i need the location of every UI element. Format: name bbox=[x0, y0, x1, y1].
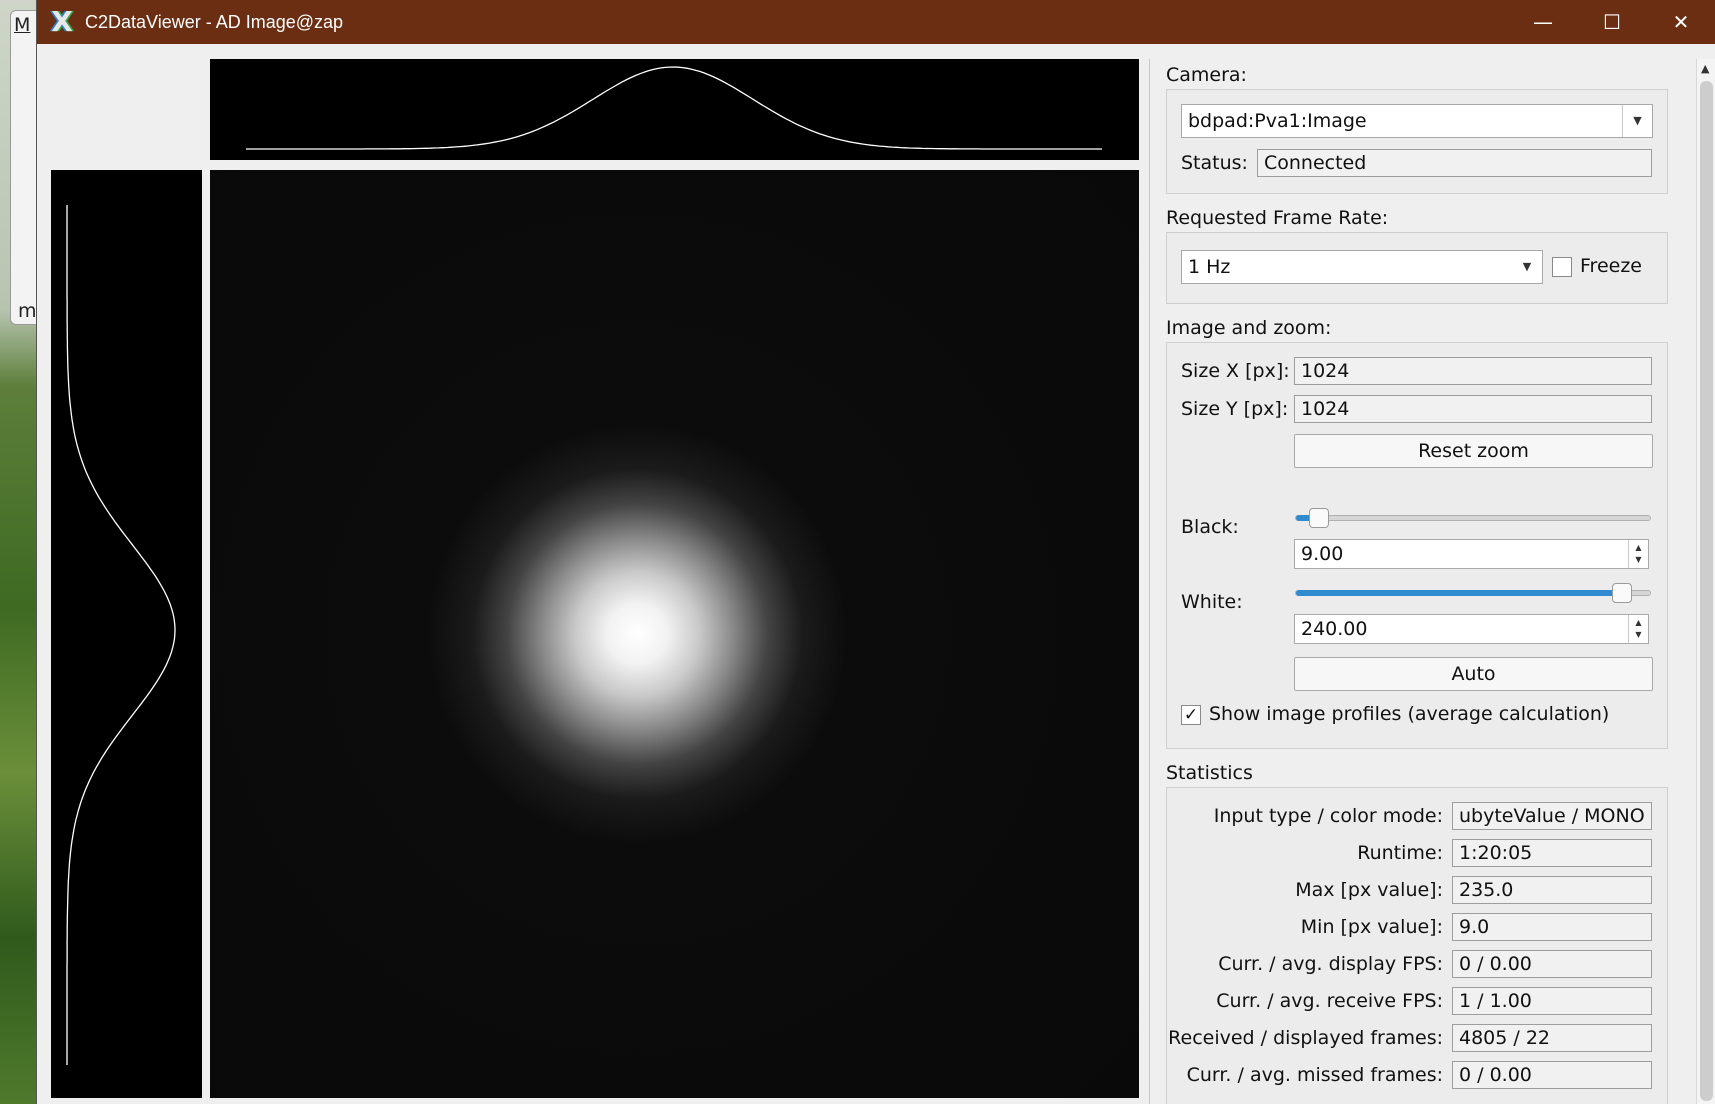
image-zoom-section-title: Image and zoom: bbox=[1166, 317, 1332, 339]
white-slider-fill bbox=[1296, 590, 1622, 596]
spin-arrows-icon[interactable]: ▲ ▼ bbox=[1628, 540, 1648, 568]
stat-label: Curr. / avg. display FPS: bbox=[1218, 953, 1443, 975]
title-bar[interactable]: X C2DataViewer - AD Image@zap — ☐ ✕ bbox=[37, 0, 1715, 44]
auto-button[interactable]: Auto bbox=[1294, 657, 1653, 691]
horizontal-profile-plot[interactable] bbox=[210, 59, 1139, 160]
maximize-button[interactable]: ☐ bbox=[1577, 0, 1647, 44]
status-label: Status: bbox=[1181, 152, 1248, 174]
stat-value: 0 / 0.00 bbox=[1452, 950, 1652, 978]
reset-zoom-button[interactable]: Reset zoom bbox=[1294, 434, 1653, 468]
stat-label: Runtime: bbox=[1357, 842, 1443, 864]
white-label: White: bbox=[1181, 591, 1243, 613]
frame-rate-group: 1 Hz ▼ Freeze bbox=[1166, 232, 1668, 304]
show-profiles-label: Show image profiles (average calculation… bbox=[1209, 703, 1610, 725]
panel-scrollbar[interactable]: ▲ bbox=[1696, 59, 1715, 1104]
stat-value: 9.0 bbox=[1452, 913, 1652, 941]
scrollbar-thumb[interactable] bbox=[1700, 81, 1713, 1101]
stat-label: Curr. / avg. receive FPS: bbox=[1216, 990, 1443, 1012]
checkmark-icon: ✓ bbox=[1183, 705, 1199, 725]
background-window-text: m bbox=[18, 300, 37, 322]
chevron-down-icon[interactable]: ▼ bbox=[1512, 251, 1542, 283]
minimize-button[interactable]: — bbox=[1508, 0, 1578, 44]
white-slider[interactable] bbox=[1295, 583, 1651, 603]
x-logo-icon: X bbox=[51, 5, 73, 38]
stat-label: Max [px value]: bbox=[1295, 879, 1443, 901]
black-spinbox[interactable]: 9.00 ▲ ▼ bbox=[1294, 539, 1649, 569]
c2dataviewer-window: X C2DataViewer - AD Image@zap — ☐ ✕ Came… bbox=[36, 0, 1715, 1104]
spin-arrows-icon[interactable]: ▲ ▼ bbox=[1628, 615, 1648, 643]
show-profiles-checkbox[interactable]: ✓ bbox=[1181, 705, 1201, 725]
camera-section-title: Camera: bbox=[1166, 64, 1247, 86]
white-spinbox[interactable]: 240.00 ▲ ▼ bbox=[1294, 614, 1649, 644]
background-window-menu: M bbox=[14, 14, 31, 36]
stat-label: Curr. / avg. missed frames: bbox=[1186, 1064, 1443, 1086]
scroll-up-arrow-icon[interactable]: ▲ bbox=[1701, 62, 1709, 75]
size-x-label: Size X [px]: bbox=[1181, 360, 1290, 382]
black-slider[interactable] bbox=[1295, 508, 1651, 528]
statistics-section-title: Statistics bbox=[1166, 762, 1253, 784]
stat-value: 235.0 bbox=[1452, 876, 1652, 904]
freeze-label: Freeze bbox=[1580, 255, 1642, 277]
frame-rate-select[interactable]: 1 Hz ▼ bbox=[1181, 250, 1543, 284]
stat-label: Input type / color mode: bbox=[1213, 805, 1443, 827]
size-y-label: Size Y [px]: bbox=[1181, 398, 1289, 420]
stat-value: 1:20:05 bbox=[1452, 839, 1652, 867]
stat-label: Min [px value]: bbox=[1300, 916, 1443, 938]
camera-select[interactable]: bdpad:Pva1:Image ▼ bbox=[1181, 104, 1653, 138]
vertical-profile-curve bbox=[66, 205, 176, 1065]
size-x-field: 1024 bbox=[1294, 357, 1652, 385]
stat-value: ubyteValue / MONO bbox=[1452, 802, 1652, 830]
chevron-down-icon[interactable]: ▼ bbox=[1622, 105, 1652, 137]
vertical-profile-plot[interactable] bbox=[51, 170, 202, 1098]
white-spinbox-value: 240.00 bbox=[1301, 618, 1368, 640]
camera-select-value: bdpad:Pva1:Image bbox=[1188, 110, 1367, 132]
horizontal-profile-curve bbox=[246, 66, 1102, 150]
close-button[interactable]: ✕ bbox=[1646, 0, 1715, 44]
window-title: C2DataViewer - AD Image@zap bbox=[85, 11, 344, 32]
black-spinbox-value: 9.00 bbox=[1301, 543, 1344, 565]
freeze-checkbox[interactable] bbox=[1552, 257, 1572, 277]
status-field: Connected bbox=[1257, 149, 1652, 177]
stat-value: 4805 / 22 bbox=[1452, 1024, 1652, 1052]
camera-image-view[interactable] bbox=[210, 170, 1139, 1098]
white-slider-handle[interactable] bbox=[1612, 583, 1632, 603]
black-label: Black: bbox=[1181, 516, 1239, 538]
settings-panel: Camera: bdpad:Pva1:Image ▼ Status: Conne… bbox=[1149, 59, 1696, 1104]
frame-rate-section-title: Requested Frame Rate: bbox=[1166, 207, 1389, 229]
black-slider-handle[interactable] bbox=[1309, 508, 1329, 528]
frame-rate-select-value: 1 Hz bbox=[1188, 256, 1231, 278]
stat-value: 1 / 1.00 bbox=[1452, 987, 1652, 1015]
image-zoom-group: Size X [px]: 1024 Size Y [px]: 1024 Rese… bbox=[1166, 342, 1668, 749]
statistics-group: Input type / color mode: ubyteValue / MO… bbox=[1166, 787, 1668, 1104]
stat-value: 0 / 0.00 bbox=[1452, 1061, 1652, 1089]
stat-label: Received / displayed frames: bbox=[1168, 1027, 1443, 1049]
size-y-field: 1024 bbox=[1294, 395, 1652, 423]
camera-group: bdpad:Pva1:Image ▼ Status: Connected bbox=[1166, 89, 1668, 194]
